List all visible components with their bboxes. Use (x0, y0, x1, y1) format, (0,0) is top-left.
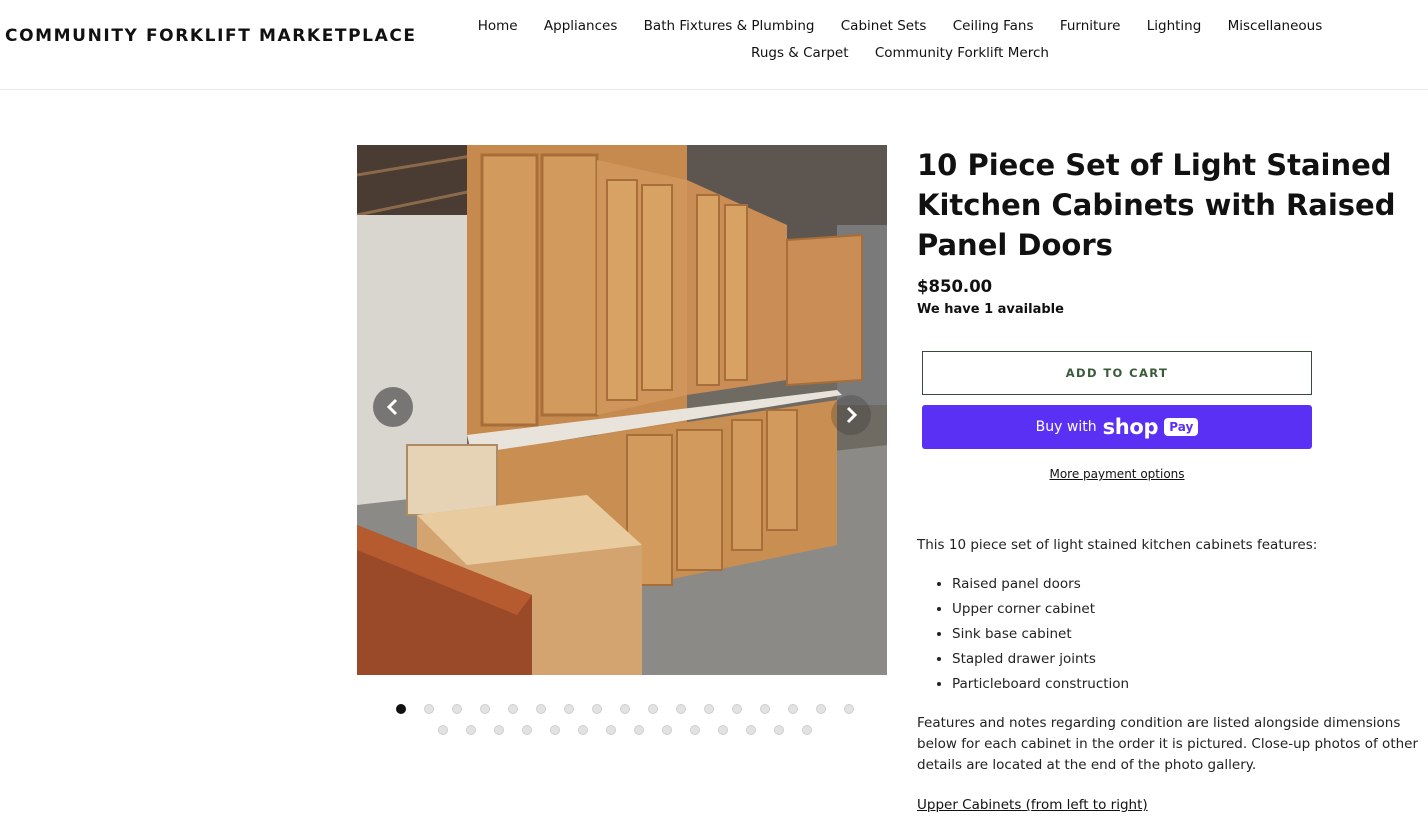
product-description: This 10 piece set of light stained kitch… (917, 535, 1427, 816)
gallery-dot[interactable] (676, 703, 686, 714)
gallery-dot[interactable] (746, 724, 756, 735)
chevron-right-icon (846, 406, 858, 424)
gallery-dot[interactable] (522, 724, 532, 735)
shop-logo: shop (1102, 415, 1159, 439)
shop-pay-button[interactable]: Buy with shop Pay (922, 405, 1312, 449)
nav-item-ceiling-fans[interactable]: Ceiling Fans (953, 18, 1034, 34)
gallery-dot[interactable] (452, 703, 462, 714)
main-nav: Home Appliances Bath Fixtures & Plumbing… (440, 13, 1360, 67)
availability-text: We have 1 available (917, 302, 1064, 317)
description-notes: Features and notes regarding condition a… (917, 715, 1419, 773)
gallery-dot[interactable] (550, 724, 560, 735)
gallery-dot[interactable] (760, 703, 770, 714)
gallery-dot[interactable] (438, 724, 448, 735)
store-logo[interactable]: COMMUNITY FORKLIFT MARKETPLACE (5, 26, 417, 46)
gallery-dot[interactable] (606, 724, 616, 735)
buy-with-label: Buy with (1035, 419, 1097, 435)
gallery-dot[interactable] (788, 703, 798, 714)
feature-list: Raised panel doors Upper corner cabinet … (952, 574, 1427, 695)
chevron-left-icon (386, 398, 398, 416)
product-photo (357, 145, 887, 675)
gallery-dot[interactable] (396, 703, 406, 714)
nav-item-miscellaneous[interactable]: Miscellaneous (1228, 18, 1323, 34)
product-gallery (357, 145, 887, 675)
feature-item: Raised panel doors (952, 574, 1427, 595)
gallery-dot[interactable] (802, 724, 812, 735)
product-info: 10 Piece Set of Light Stained Kitchen Ca… (917, 145, 1422, 813)
gallery-dot[interactable] (774, 724, 784, 735)
product-price: $850.00 (917, 277, 993, 296)
gallery-dot[interactable] (494, 724, 504, 735)
nav-item-bath-fixtures[interactable]: Bath Fixtures & Plumbing (644, 18, 815, 34)
nav-item-home[interactable]: Home (478, 18, 518, 34)
upper-cabinets-link[interactable]: Upper Cabinets (from left to right) (917, 795, 1427, 816)
gallery-dot[interactable] (424, 703, 434, 714)
gallery-dot[interactable] (634, 724, 644, 735)
gallery-dot[interactable] (620, 703, 630, 714)
gallery-dot[interactable] (592, 703, 602, 714)
nav-item-rugs-carpet[interactable]: Rugs & Carpet (751, 45, 848, 61)
gallery-dot[interactable] (480, 703, 490, 714)
add-to-cart-button[interactable]: ADD TO CART (922, 351, 1312, 395)
gallery-dot[interactable] (704, 703, 714, 714)
nav-item-appliances[interactable]: Appliances (544, 18, 617, 34)
gallery-dot[interactable] (578, 724, 588, 735)
more-payment-options-link[interactable]: More payment options (922, 467, 1312, 481)
nav-item-merch[interactable]: Community Forklift Merch (875, 45, 1049, 61)
site-header: COMMUNITY FORKLIFT MARKETPLACE Home Appl… (0, 0, 1428, 90)
feature-item: Stapled drawer joints (952, 649, 1427, 670)
gallery-dot[interactable] (536, 703, 546, 714)
pay-badge: Pay (1164, 418, 1199, 436)
gallery-dot[interactable] (508, 703, 518, 714)
gallery-dot[interactable] (690, 724, 700, 735)
gallery-dot[interactable] (564, 703, 574, 714)
nav-item-cabinet-sets[interactable]: Cabinet Sets (841, 18, 927, 34)
gallery-dot[interactable] (466, 724, 476, 735)
gallery-next-button[interactable] (831, 395, 871, 435)
gallery-prev-button[interactable] (373, 387, 413, 427)
gallery-dot[interactable] (648, 703, 658, 714)
feature-item: Sink base cabinet (952, 624, 1427, 645)
product-title: 10 Piece Set of Light Stained Kitchen Ca… (917, 148, 1396, 262)
feature-item: Upper corner cabinet (952, 599, 1427, 620)
gallery-dot[interactable] (844, 703, 854, 714)
gallery-dot[interactable] (732, 703, 742, 714)
nav-item-lighting[interactable]: Lighting (1147, 18, 1202, 34)
gallery-dots (360, 697, 890, 739)
description-intro: This 10 piece set of light stained kitch… (917, 537, 1318, 553)
gallery-dot[interactable] (662, 724, 672, 735)
gallery-dot[interactable] (816, 703, 826, 714)
nav-item-furniture[interactable]: Furniture (1060, 18, 1121, 34)
gallery-dot[interactable] (718, 724, 728, 735)
feature-item: Particleboard construction (952, 674, 1427, 695)
